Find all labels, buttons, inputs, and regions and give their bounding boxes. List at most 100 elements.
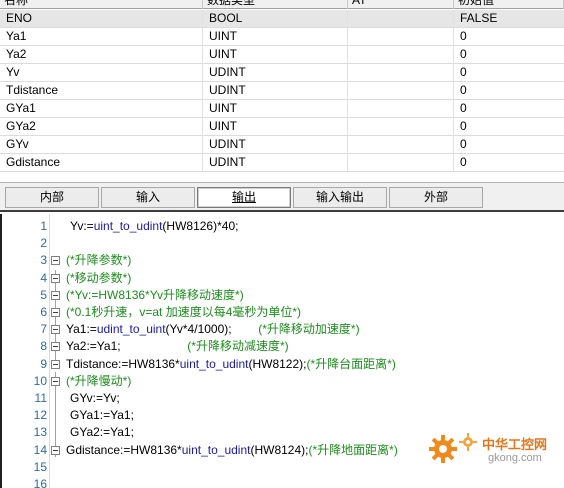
code-text: (*升降参数*) xyxy=(66,252,131,269)
cell-at[interactable] xyxy=(348,10,454,28)
fold-toggle-icon[interactable] xyxy=(51,290,60,300)
code-line[interactable]: 16 xyxy=(0,476,564,488)
header-type[interactable]: 数据类型 xyxy=(203,0,348,9)
tab-1[interactable]: 输入 xyxy=(101,187,195,208)
comment-token: (*升降参数*) xyxy=(66,253,132,268)
cell-type[interactable]: UINT xyxy=(203,46,348,64)
table-row[interactable]: Ya2 UINT 0 xyxy=(0,46,564,64)
cell-init[interactable]: 0 xyxy=(454,64,564,82)
cell-at[interactable] xyxy=(348,28,454,46)
cell-init[interactable]: 0 xyxy=(454,154,564,172)
code-line[interactable]: 8 Ya2:=Ya1; (*升降移动减速度*) xyxy=(0,338,564,355)
line-number: 2 xyxy=(40,236,47,251)
code-line[interactable]: 6 (*0.1秒升速，v=at 加速度以每4毫秒为单位*) xyxy=(0,304,564,321)
line-number: 3 xyxy=(40,253,47,268)
cell-type[interactable]: UDINT xyxy=(203,64,348,82)
table-row[interactable]: GYv UDINT 0 xyxy=(0,136,564,154)
cell-name[interactable]: Tdistance xyxy=(0,82,203,100)
code-text: (*0.1秒升速，v=at 加速度以每4毫秒为单位*) xyxy=(66,304,301,321)
cell-type[interactable]: UINT xyxy=(203,28,348,46)
table-row[interactable]: GYa1 UINT 0 xyxy=(0,100,564,118)
tab-4[interactable]: 外部 xyxy=(389,187,483,208)
code-text: (*移动参数*) xyxy=(66,270,131,287)
fold-toggle-icon[interactable] xyxy=(51,273,60,283)
fold-toggle-icon[interactable] xyxy=(51,376,60,386)
fold-toggle-icon[interactable] xyxy=(51,256,60,266)
code-token: (HW8122); xyxy=(248,356,307,371)
cell-at[interactable] xyxy=(348,46,454,64)
line-number: 4 xyxy=(40,270,47,285)
table-row[interactable]: ENO BOOL FALSE xyxy=(0,10,564,28)
code-line[interactable]: 5 (*Yv:=HW8136*Yv升降移动速度*) xyxy=(0,287,564,304)
fold-toggle-icon[interactable] xyxy=(51,342,60,352)
comment-token: (*升降移动加速度*) xyxy=(258,322,360,337)
variable-tab-strip: 内部 输入 输出 输入输出 外部 xyxy=(0,182,564,212)
code-text: (*升降慢动*) xyxy=(66,373,131,390)
code-line[interactable]: 3 (*升降参数*) xyxy=(0,252,564,269)
fold-toggle-icon[interactable] xyxy=(51,359,60,369)
cell-type[interactable]: UDINT xyxy=(203,136,348,154)
tab-3[interactable]: 输入输出 xyxy=(293,187,387,208)
cell-init[interactable]: 0 xyxy=(454,46,564,64)
code-token: GYv:=Yv; xyxy=(70,391,120,405)
code-text: Gdistance:=HW8136*uint_to_udint(HW8124);… xyxy=(66,442,398,459)
cell-at[interactable] xyxy=(348,64,454,82)
fold-toggle-icon[interactable] xyxy=(51,325,60,335)
header-init[interactable]: 初始值 xyxy=(454,0,564,9)
cell-type[interactable]: UDINT xyxy=(203,82,348,100)
cell-name[interactable]: GYa1 xyxy=(0,100,203,118)
cell-at[interactable] xyxy=(348,154,454,172)
tab-0[interactable]: 内部 xyxy=(5,187,99,208)
table-row[interactable]: Gdistance UDINT 0 xyxy=(0,154,564,172)
cell-name[interactable]: GYv xyxy=(0,136,203,154)
tab-2[interactable]: 输出 xyxy=(197,187,291,208)
code-line[interactable]: 11 GYv:=Yv; xyxy=(0,390,564,407)
cell-at[interactable] xyxy=(348,136,454,154)
cell-init[interactable]: 0 xyxy=(454,82,564,100)
cell-init[interactable]: 0 xyxy=(454,118,564,136)
table-row[interactable]: GYa2 UINT 0 xyxy=(0,118,564,136)
cell-init[interactable]: 0 xyxy=(454,136,564,154)
code-token: (HW8124); xyxy=(250,442,309,457)
cell-name[interactable]: ENO xyxy=(0,10,203,28)
cell-init[interactable]: FALSE xyxy=(454,10,564,28)
cell-at[interactable] xyxy=(348,82,454,100)
cell-type[interactable]: UINT xyxy=(203,118,348,136)
small-gear-icon xyxy=(459,433,477,451)
code-token: GYa1:=Ya1; xyxy=(70,408,134,423)
line-number: 1 xyxy=(40,219,47,233)
cell-at[interactable] xyxy=(348,100,454,118)
code-line[interactable]: 9 Tdistance:=HW8136*uint_to_udint(HW8122)… xyxy=(0,356,564,373)
code-line[interactable]: 12 GYa1:=Ya1; xyxy=(0,407,564,424)
comment-token: (*升降台面距离*) xyxy=(306,356,396,371)
cell-type[interactable]: UDINT xyxy=(203,154,348,172)
cell-name[interactable]: Yv xyxy=(0,64,203,82)
cell-init[interactable]: 0 xyxy=(454,100,564,118)
cell-type[interactable]: BOOL xyxy=(203,10,348,28)
cell-at[interactable] xyxy=(348,118,454,136)
cell-type[interactable]: UINT xyxy=(203,100,348,118)
header-name[interactable]: 名称 xyxy=(0,0,203,9)
fold-toggle-icon[interactable] xyxy=(51,445,60,455)
tab-label: 内部 xyxy=(39,190,64,204)
line-number: 7 xyxy=(40,322,47,337)
keyword-token: uint_to_udint xyxy=(179,356,249,371)
cell-name[interactable]: Ya2 xyxy=(0,46,203,64)
cell-name[interactable]: Ya1 xyxy=(0,28,203,46)
code-line[interactable]: 2 xyxy=(0,235,564,252)
code-line[interactable]: 1 Yv:=uint_to_udint(HW8126)*40; xyxy=(0,218,564,235)
cell-name[interactable]: GYa2 xyxy=(0,118,203,136)
line-number: 16 xyxy=(33,477,47,488)
table-row[interactable]: Ya1 UINT 0 xyxy=(0,28,564,46)
code-line[interactable]: 7 Ya1:=udint_to_uint(Yv*4/1000); (*升降移动加速… xyxy=(0,321,564,338)
code-line[interactable]: 10 (*升降慢动*) xyxy=(0,373,564,390)
comment-token: (*升降慢动*) xyxy=(66,373,132,388)
line-number: 6 xyxy=(40,305,47,319)
table-row[interactable]: Tdistance UDINT 0 xyxy=(0,82,564,100)
cell-name[interactable]: Gdistance xyxy=(0,154,203,172)
code-line[interactable]: 4 (*移动参数*) xyxy=(0,270,564,287)
fold-toggle-icon[interactable] xyxy=(51,308,60,317)
header-at[interactable]: AT xyxy=(348,0,454,9)
table-row[interactable]: Yv UDINT 0 xyxy=(0,64,564,82)
cell-init[interactable]: 0 xyxy=(454,28,564,46)
